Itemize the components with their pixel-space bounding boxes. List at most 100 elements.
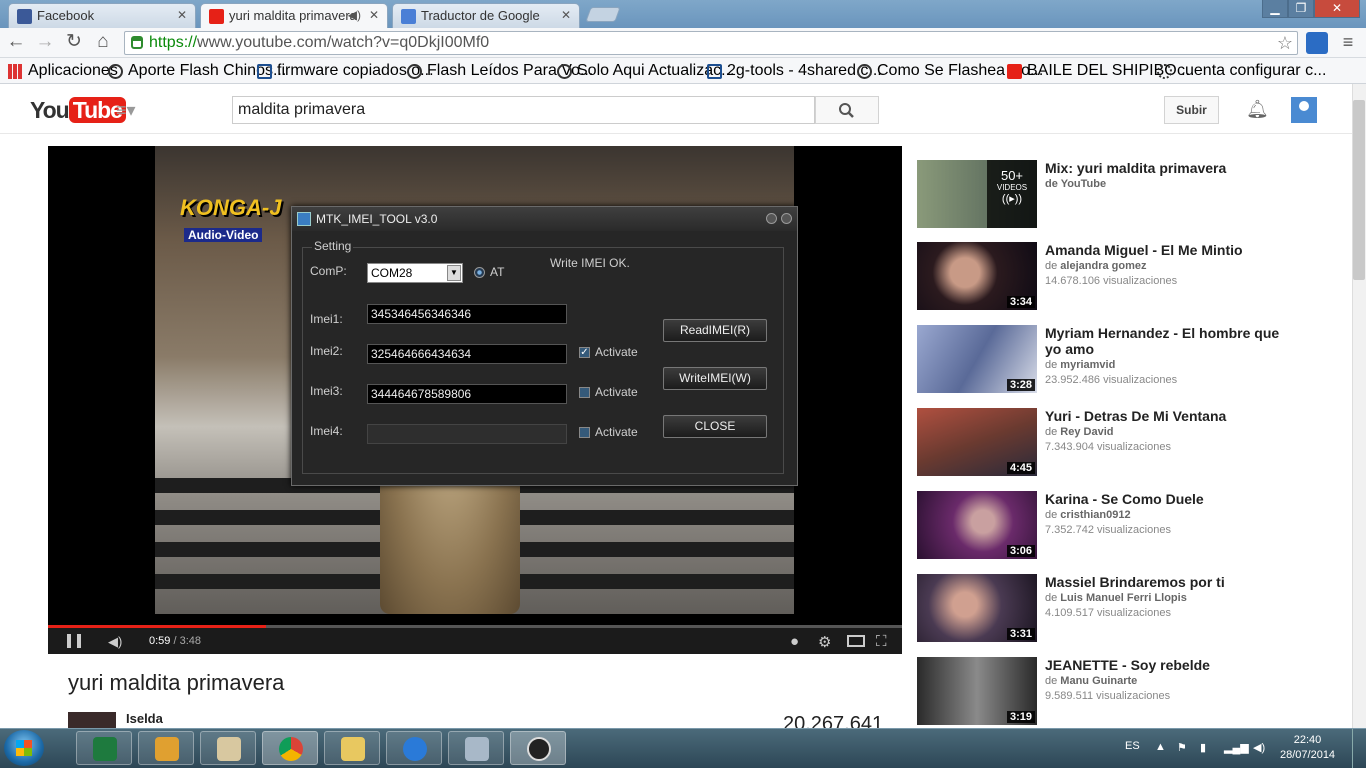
show-hidden-icons-icon[interactable]: ▲	[1155, 741, 1166, 753]
annotations-icon[interactable]: ●	[790, 633, 799, 650]
show-desktop-button[interactable]	[1352, 729, 1366, 768]
user-silhouette-icon	[1299, 101, 1309, 111]
channel-avatar[interactable]	[68, 712, 116, 728]
imei4-activate-checkbox[interactable]	[579, 427, 590, 438]
minimize-button[interactable]: ▁	[1262, 0, 1288, 18]
imei3-field[interactable]: 344464678589806	[367, 384, 567, 404]
related-video-item[interactable]: 3:28 Myriam Hernandez - El hombre que yo…	[917, 325, 1337, 395]
close-circle-icon[interactable]	[781, 213, 792, 224]
menu-icon[interactable]: ≡	[1337, 31, 1359, 53]
fullscreen-icon[interactable]: ⛶	[876, 633, 887, 650]
tab-facebook[interactable]: Facebook ✕	[8, 3, 196, 28]
related-video-title[interactable]: Myriam Hernandez - El hombre que yo amo	[1045, 325, 1285, 357]
new-tab-button[interactable]	[585, 7, 621, 22]
bell-icon[interactable]: 🔔︎	[1246, 99, 1269, 120]
home-icon[interactable]: ⌂	[92, 31, 114, 53]
video-thumbnail[interactable]: 50+ VIDEOS ((▸))	[917, 160, 1037, 228]
close-tab-icon[interactable]: ✕	[177, 8, 187, 22]
search-button[interactable]	[815, 96, 879, 124]
bookmark-item[interactable]: 2g-tools - 4shared.c...	[707, 62, 882, 80]
related-video-item[interactable]: 3:19 JEANETTE - Soy rebelde de Manu Guin…	[917, 657, 1337, 727]
volume-icon[interactable]: ◀)	[108, 634, 122, 650]
taskbar-calculator[interactable]	[448, 731, 504, 765]
tab-youtube[interactable]: yuri maldita primavera ◀) ✕	[200, 3, 388, 29]
dialog-titlebar[interactable]: MTK_IMEI_TOOL v3.0	[292, 207, 797, 231]
scrollbar-thumb[interactable]	[1353, 100, 1365, 280]
at-radio[interactable]	[474, 267, 485, 278]
bookmark-item[interactable]: cuenta configurar c...	[1157, 62, 1326, 80]
taskbar-archive[interactable]	[200, 731, 256, 765]
related-video-title[interactable]: Amanda Miguel - El Me Mintio	[1045, 242, 1285, 258]
gear-icon[interactable]: ⚙	[818, 633, 831, 651]
clock[interactable]: 22:40 28/07/2014	[1280, 733, 1335, 763]
reload-icon[interactable]: ↻	[63, 31, 85, 53]
video-thumbnail[interactable]: 3:28	[917, 325, 1037, 393]
taskbar-excel[interactable]	[76, 731, 132, 765]
imei3-activate-checkbox[interactable]	[579, 387, 590, 398]
pause-icon[interactable]	[67, 634, 81, 648]
mix-label: VIDEOS	[996, 183, 1028, 192]
related-video-item[interactable]: 3:06 Karina - Se Como Duele de cristhian…	[917, 491, 1337, 561]
speaker-icon[interactable]: ◀)	[1253, 741, 1265, 754]
theater-mode-icon[interactable]	[847, 635, 865, 647]
language-indicator[interactable]: ES	[1125, 740, 1140, 752]
channel-name[interactable]: Iselda	[126, 711, 163, 726]
write-imei-button[interactable]: WriteIMEI(W)	[663, 367, 767, 390]
minimize-circle-icon[interactable]	[766, 213, 777, 224]
imei2-field[interactable]: 325464666434634	[367, 344, 567, 364]
maximize-button[interactable]: ❐	[1288, 0, 1314, 18]
taskbar-mtk-tool[interactable]	[510, 731, 566, 765]
back-arrow-icon[interactable]: ←	[5, 31, 27, 53]
device-icon[interactable]: ▮	[1200, 741, 1206, 754]
com-port-select[interactable]: COM28 ▼	[367, 263, 463, 283]
read-imei-button[interactable]: ReadIMEI(R)	[663, 319, 767, 342]
video-thumbnail[interactable]: 3:06	[917, 491, 1037, 559]
close-button[interactable]: CLOSE	[663, 415, 767, 438]
folder-icon	[341, 737, 365, 761]
related-video-title[interactable]: Massiel Brindaremos por ti	[1045, 574, 1285, 590]
close-window-button[interactable]: ✕	[1314, 0, 1360, 18]
taskbar-chrome[interactable]	[262, 731, 318, 765]
star-icon[interactable]: ☆	[1277, 32, 1293, 54]
upload-button[interactable]: Subir	[1164, 96, 1219, 124]
taskbar-explorer[interactable]	[324, 731, 380, 765]
facebook-favicon-icon	[17, 9, 32, 24]
imei1-field[interactable]: 345346456346346	[367, 304, 567, 324]
start-button[interactable]	[4, 730, 44, 766]
bookmark-favicon-icon	[1157, 64, 1172, 79]
logo-you: You	[30, 97, 70, 123]
video-thumbnail[interactable]: 3:19	[917, 657, 1037, 725]
avatar[interactable]	[1291, 97, 1317, 123]
search-input[interactable]: maldita primavera	[232, 96, 815, 124]
imei4-field[interactable]	[367, 424, 567, 444]
taskbar-media-player[interactable]	[138, 731, 194, 765]
related-video-title[interactable]: JEANETTE - Soy rebelde	[1045, 657, 1285, 673]
youtube-logo[interactable]: You Tube	[30, 97, 126, 124]
video-thumbnail[interactable]: 4:45	[917, 408, 1037, 476]
related-video-item[interactable]: 3:34 Amanda Miguel - El Me Mintio de ale…	[917, 242, 1337, 312]
close-tab-icon[interactable]: ✕	[369, 8, 379, 22]
close-tab-icon[interactable]: ✕	[561, 8, 571, 22]
flag-icon[interactable]: ⚑	[1177, 741, 1187, 754]
related-video-title[interactable]: Karina - Se Como Duele	[1045, 491, 1285, 507]
mix-count: 50+	[1000, 168, 1024, 183]
imei2-activate-checkbox[interactable]: ✓	[579, 347, 590, 358]
network-icon[interactable]: ▂▄▆	[1224, 741, 1249, 754]
related-video-item[interactable]: 3:31 Massiel Brindaremos por ti de Luis …	[917, 574, 1337, 644]
channel-overlay-logo: KONGA-J	[180, 195, 282, 220]
taskbar-ie[interactable]	[386, 731, 442, 765]
video-thumbnail[interactable]: 3:31	[917, 574, 1037, 642]
tab-translate[interactable]: Traductor de Google ✕	[392, 3, 580, 28]
speaker-icon: ◀)	[347, 8, 361, 22]
forward-arrow-icon[interactable]: →	[34, 31, 56, 53]
channel-name: myriamvid	[1060, 359, 1116, 371]
related-video-title[interactable]: Yuri - Detras De Mi Ventana	[1045, 408, 1285, 424]
related-video-item[interactable]: 4:45 Yuri - Detras De Mi Ventana de Rey …	[917, 408, 1337, 478]
related-video-title[interactable]: Mix: yuri maldita primavera	[1045, 160, 1285, 176]
video-thumbnail[interactable]: 3:34	[917, 242, 1037, 310]
address-bar[interactable]: https://www.youtube.com/watch?v=q0DkjI00…	[124, 31, 1298, 55]
extension-icon[interactable]	[1306, 32, 1328, 54]
guide-menu-icon[interactable]: ≡▾	[116, 100, 136, 121]
bookmark-apps[interactable]: Aplicaciones	[8, 62, 118, 80]
related-video-item[interactable]: 50+ VIDEOS ((▸)) Mix: yuri maldita primave…	[917, 160, 1337, 230]
